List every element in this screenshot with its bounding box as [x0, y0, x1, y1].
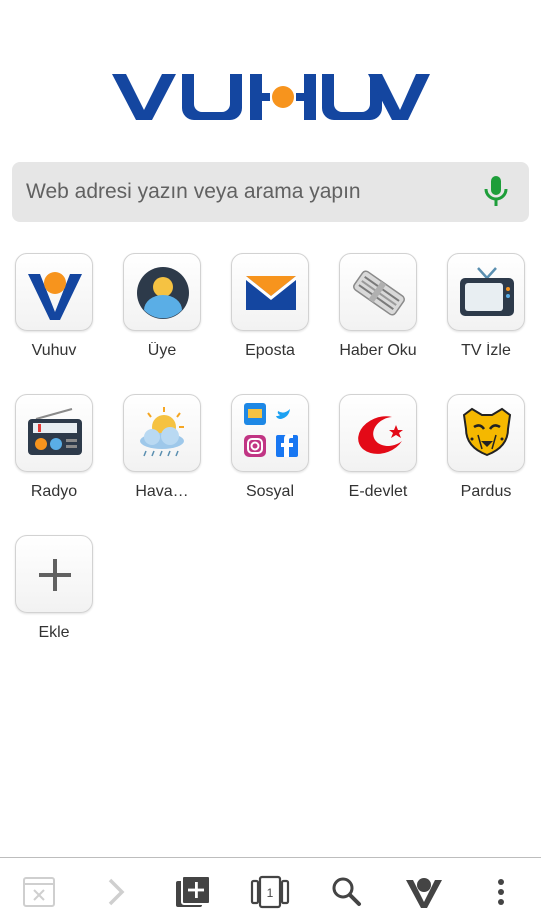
envelope-icon: [231, 253, 309, 331]
newspaper-icon: [339, 253, 417, 331]
shortcut-eposta[interactable]: Eposta: [216, 253, 322, 373]
shortcut-vuhuv[interactable]: Vuhuv: [0, 253, 106, 373]
shortcut-label: Hava…: [135, 483, 189, 500]
shortcut-label: Ekle: [38, 624, 70, 641]
pardus-cheetah-icon: [447, 394, 525, 472]
television-icon: [447, 253, 525, 331]
edevlet-icon: [339, 394, 417, 472]
shortcut-label: Haber Oku: [339, 342, 417, 359]
shortcut-sosyal[interactable]: Sosyal: [216, 394, 322, 514]
shortcut-label: E-devlet: [348, 483, 408, 500]
shortcut-label: TV İzle: [461, 342, 511, 359]
tab-count: 1: [267, 886, 274, 900]
bottom-toolbar: 1: [0, 857, 541, 923]
microphone-icon[interactable]: [482, 176, 510, 208]
search-icon[interactable]: [327, 872, 367, 912]
shortcut-label: Eposta: [245, 342, 295, 359]
user-avatar-icon: [123, 253, 201, 331]
vuhuv-logo: [112, 72, 430, 122]
new-tab-icon[interactable]: [173, 872, 213, 912]
shortcut-hava[interactable]: Hava…: [108, 394, 214, 514]
shortcut-haber-oku[interactable]: Haber Oku: [324, 253, 430, 373]
shortcut-edevlet[interactable]: E-devlet: [324, 394, 430, 514]
shortcut-label: Sosyal: [245, 483, 295, 500]
forward-icon[interactable]: [96, 872, 136, 912]
radio-icon: [15, 394, 93, 472]
search-input[interactable]: [26, 162, 466, 222]
close-tab-icon[interactable]: [19, 872, 59, 912]
more-menu-icon[interactable]: [481, 872, 521, 912]
shortcut-pardus[interactable]: Pardus: [432, 394, 538, 514]
shortcut-label: Pardus: [460, 483, 512, 500]
shortcut-label: Vuhuv: [31, 342, 77, 359]
vuhuv-logo-icon: [15, 253, 93, 331]
shortcut-radyo[interactable]: Radyo: [0, 394, 106, 514]
shortcut-uye[interactable]: Üye: [108, 253, 214, 373]
shortcut-label: Radyo: [30, 483, 78, 500]
weather-icon: [123, 394, 201, 472]
shortcut-label: Üye: [147, 342, 177, 359]
tab-switcher-icon[interactable]: 1: [250, 872, 290, 912]
search-bar[interactable]: [12, 162, 529, 222]
shortcut-tv-izle[interactable]: TV İzle: [432, 253, 538, 373]
social-apps-icon: [231, 394, 309, 472]
shortcut-ekle[interactable]: Ekle: [0, 535, 106, 655]
plus-icon: [15, 535, 93, 613]
vuhuv-home-icon[interactable]: [404, 872, 444, 912]
